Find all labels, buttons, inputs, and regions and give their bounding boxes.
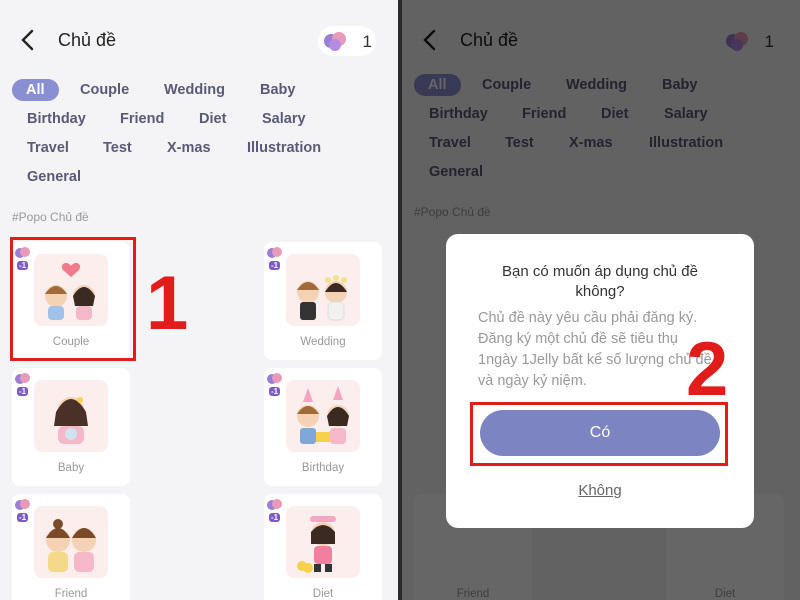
- cost-value: -1: [269, 261, 281, 270]
- theme-card-wedding[interactable]: -1 Wedding: [264, 242, 382, 360]
- theme-card-diet[interactable]: -1 Diet: [264, 494, 382, 600]
- tag-salary[interactable]: Salary: [262, 108, 306, 130]
- step-number-1: 1: [146, 261, 189, 346]
- dialog-message: Chủ đề này yêu cầu phải đăng ký. Đăng ký…: [478, 310, 712, 389]
- tag-friend[interactable]: Friend: [120, 108, 164, 130]
- tag-couple[interactable]: Couple: [80, 79, 129, 101]
- tag-xmas[interactable]: X-mas: [167, 137, 211, 159]
- birthday-illustration: [286, 380, 360, 452]
- jelly-icon: [267, 373, 282, 384]
- friend-illustration: [34, 506, 108, 578]
- jelly-balance[interactable]: 1: [318, 26, 378, 56]
- baby-illustration: [34, 380, 108, 452]
- theme-screen-left: Chủ đề 1 All Couple Wedding Baby Birthda…: [0, 0, 398, 600]
- section-title: #Popo Chủ đề: [12, 210, 89, 224]
- tag-general[interactable]: General: [27, 166, 81, 188]
- cancel-no-button[interactable]: Không: [446, 482, 754, 499]
- jelly-icon: [267, 499, 282, 510]
- cost-value: -1: [17, 513, 29, 522]
- back-arrow-icon[interactable]: [18, 28, 38, 52]
- dialog-title: Bạn có muốn áp dụng chủ đề không?: [502, 263, 698, 300]
- jelly-icon: [267, 247, 282, 258]
- jelly-icon: [15, 373, 30, 384]
- tag-illustration[interactable]: Illustration: [247, 137, 321, 159]
- cost-value: -1: [17, 387, 29, 396]
- jelly-icon: [324, 32, 346, 51]
- cost-value: -1: [269, 513, 281, 522]
- highlight-box-step1: [10, 237, 136, 361]
- page-title: Chủ đề: [58, 30, 117, 50]
- jelly-count: 1: [362, 32, 372, 51]
- diet-illustration: [286, 506, 360, 578]
- card-label: Diet: [312, 588, 334, 600]
- step-number-2: 2: [686, 327, 729, 412]
- tag-birthday[interactable]: Birthday: [27, 108, 86, 130]
- cost-value: -1: [269, 387, 281, 396]
- tag-all[interactable]: All: [12, 79, 59, 101]
- cost-badge: -1: [266, 498, 286, 522]
- cost-badge: -1: [266, 372, 286, 396]
- tag-baby[interactable]: Baby: [260, 79, 295, 101]
- tag-travel[interactable]: Travel: [27, 137, 69, 159]
- cost-badge: -1: [14, 498, 34, 522]
- card-label: Birthday: [301, 462, 345, 474]
- cost-badge: -1: [266, 246, 286, 270]
- theme-card-birthday[interactable]: -1 Birthday: [264, 368, 382, 486]
- theme-card-friend[interactable]: -1 Friend: [12, 494, 130, 600]
- header: Chủ đề 1: [0, 0, 398, 80]
- tag-test[interactable]: Test: [103, 137, 132, 159]
- card-label: Friend: [54, 588, 88, 600]
- tag-wedding[interactable]: Wedding: [164, 79, 225, 101]
- theme-screen-right: Chủ đề 1 All Couple Wedding Baby Birthda…: [402, 0, 800, 600]
- card-label: Baby: [57, 462, 85, 474]
- cost-badge: -1: [14, 372, 34, 396]
- theme-card-baby[interactable]: -1 Baby: [12, 368, 130, 486]
- tag-diet[interactable]: Diet: [199, 108, 226, 130]
- wedding-illustration: [286, 254, 360, 326]
- card-label: Wedding: [300, 336, 346, 348]
- jelly-icon: [15, 499, 30, 510]
